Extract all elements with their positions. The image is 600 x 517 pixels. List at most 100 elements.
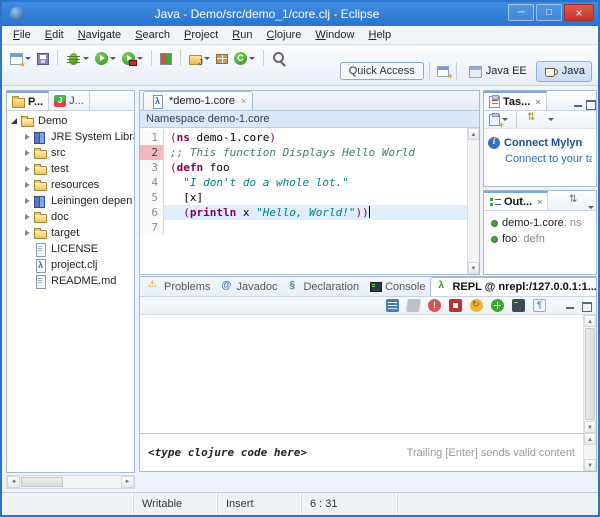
quick-access-button[interactable]: Quick Access — [340, 62, 424, 80]
maximize-window-icon[interactable] — [536, 4, 562, 21]
editor-tab[interactable]: *demo-1.core — [143, 91, 253, 110]
outline-item[interactable]: foo : defn — [486, 231, 594, 247]
scroll-up-icon[interactable] — [468, 128, 479, 140]
interrupt-button[interactable] — [447, 298, 464, 313]
tree-collapsed-arrow-icon[interactable] — [22, 212, 32, 222]
new-task-button[interactable] — [487, 112, 510, 127]
view-menu-button[interactable] — [544, 117, 556, 122]
new-class-button[interactable] — [232, 50, 257, 66]
outline-menu-button[interactable] — [584, 205, 596, 210]
tree-item[interactable]: resources — [7, 177, 134, 193]
tree-item[interactable]: LICENSE — [7, 241, 134, 257]
scroll-right-icon[interactable] — [121, 476, 134, 488]
maximize-view-icon[interactable] — [584, 98, 596, 110]
tree-item[interactable]: doc — [7, 209, 134, 225]
outline-item[interactable]: demo-1.core : ns — [486, 215, 594, 231]
menu-window[interactable]: Window — [308, 27, 361, 43]
scrollbar-track[interactable] — [584, 327, 596, 421]
namespace-browser-button[interactable] — [489, 298, 506, 313]
tree-collapsed-arrow-icon[interactable] — [22, 164, 32, 174]
scroll-up-icon[interactable] — [584, 433, 596, 445]
code-line[interactable]: 1(ns demo-1.core) — [140, 130, 467, 145]
code-line[interactable]: 3(defn foo — [140, 160, 467, 175]
code-line[interactable]: 7 — [140, 220, 467, 235]
run-external-button[interactable] — [120, 50, 145, 66]
view-tab-p[interactable]: P... — [7, 91, 49, 110]
new-wizard-button[interactable] — [8, 51, 33, 66]
view-tab-repl[interactable]: REPL @ nrepl:/127.0.0.1:1... — [430, 277, 596, 296]
menu-edit[interactable]: Edit — [38, 27, 71, 43]
code-line[interactable]: 2;; This function Displays Hello World — [140, 145, 467, 160]
show-console-button[interactable] — [510, 298, 527, 313]
tree-collapsed-arrow-icon[interactable] — [22, 228, 32, 238]
outline-tab[interactable]: Out... — [484, 191, 548, 210]
view-tab-declaration[interactable]: Declaration — [282, 277, 364, 296]
view-tab-javadoc[interactable]: Javadoc — [215, 277, 282, 296]
code-line[interactable]: 5 [x] — [140, 190, 467, 205]
menu-search[interactable]: Search — [128, 27, 177, 43]
close-tab-icon[interactable] — [537, 197, 542, 207]
menu-file[interactable]: File — [6, 27, 38, 43]
scrollbar-track[interactable] — [468, 140, 479, 262]
scrollbar-thumb[interactable] — [585, 328, 595, 420]
minimize-view-icon[interactable] — [564, 300, 576, 312]
menu-clojure[interactable]: Clojure — [259, 27, 308, 43]
tree-item[interactable]: target — [7, 225, 134, 241]
menu-run[interactable]: Run — [225, 27, 259, 43]
minimize-window-icon[interactable] — [508, 4, 534, 21]
scroll-left-icon[interactable] — [7, 476, 20, 488]
scroll-down-icon[interactable] — [584, 421, 596, 433]
code-line[interactable]: 6 (println x "Hello, World!")) — [140, 205, 467, 220]
tree-collapsed-arrow-icon[interactable] — [22, 196, 32, 206]
maximize-view-icon[interactable] — [580, 300, 592, 312]
history-button[interactable] — [384, 298, 401, 313]
scroll-down-icon[interactable] — [584, 459, 596, 471]
sort-button[interactable] — [565, 193, 584, 210]
search-button[interactable] — [270, 50, 289, 67]
view-tab-j[interactable]: J... — [49, 91, 90, 110]
open-perspective-button[interactable] — [435, 64, 451, 78]
explorer-hscrollbar[interactable] — [6, 475, 135, 489]
new-package-button[interactable] — [214, 51, 230, 65]
new-java-project-button[interactable] — [187, 51, 212, 66]
view-tab-problems[interactable]: Problems — [143, 277, 215, 296]
scroll-down-icon[interactable] — [468, 262, 479, 274]
debug-button[interactable] — [64, 51, 91, 66]
tree-collapsed-arrow-icon[interactable] — [22, 132, 32, 142]
tree-item[interactable]: Leiningen depen — [7, 193, 134, 209]
code-area[interactable]: 1(ns demo-1.core)2;; This function Displ… — [140, 128, 467, 274]
perspective-java-ee[interactable]: Java EE — [462, 61, 534, 82]
run-button[interactable] — [93, 50, 118, 66]
tree-item[interactable]: src — [7, 145, 134, 161]
close-tab-icon[interactable] — [241, 96, 246, 106]
tree-item[interactable]: README.md — [7, 273, 134, 289]
scroll-up-icon[interactable] — [584, 315, 596, 327]
repl-output-scrollbar[interactable] — [583, 315, 596, 433]
scrollbar-track[interactable] — [584, 445, 596, 459]
close-tab-icon[interactable] — [535, 97, 540, 107]
perspective-java[interactable]: Java — [536, 61, 592, 82]
repl-input-area[interactable]: <type clojure code here> Trailing [Enter… — [140, 433, 583, 471]
task-list-tab[interactable]: Tas... — [484, 91, 547, 110]
repl-input-scrollbar[interactable] — [583, 433, 596, 471]
minimize-view-icon[interactable] — [572, 98, 584, 110]
view-tab-console[interactable]: Console — [364, 277, 430, 296]
menu-help[interactable]: Help — [361, 27, 398, 43]
menu-project[interactable]: Project — [177, 27, 225, 43]
tree-item[interactable]: Demo — [7, 113, 134, 129]
editor-scrollbar[interactable] — [467, 128, 479, 274]
tree-item[interactable]: test — [7, 161, 134, 177]
connect-mylyn-title[interactable]: Connect Mylyn — [504, 137, 582, 149]
scrollbar-thumb[interactable] — [21, 477, 63, 487]
connect-task-link[interactable]: Connect to your task — [505, 153, 592, 165]
reconnect-button[interactable] — [468, 298, 485, 313]
stacktrace-button[interactable] — [426, 298, 443, 313]
scrollbar-track[interactable] — [63, 476, 121, 488]
code-line[interactable]: 4 "I don't do a whole lot." — [140, 175, 467, 190]
tree-collapsed-arrow-icon[interactable] — [22, 180, 32, 190]
tree-item[interactable]: JRE System Librar — [7, 129, 134, 145]
synchronize-button[interactable] — [523, 111, 542, 128]
title-bar[interactable]: Java - Demo/src/demo_1/core.clj - Eclips… — [2, 2, 598, 26]
save-button[interactable] — [35, 51, 51, 66]
tree-expanded-arrow-icon[interactable] — [9, 116, 19, 126]
